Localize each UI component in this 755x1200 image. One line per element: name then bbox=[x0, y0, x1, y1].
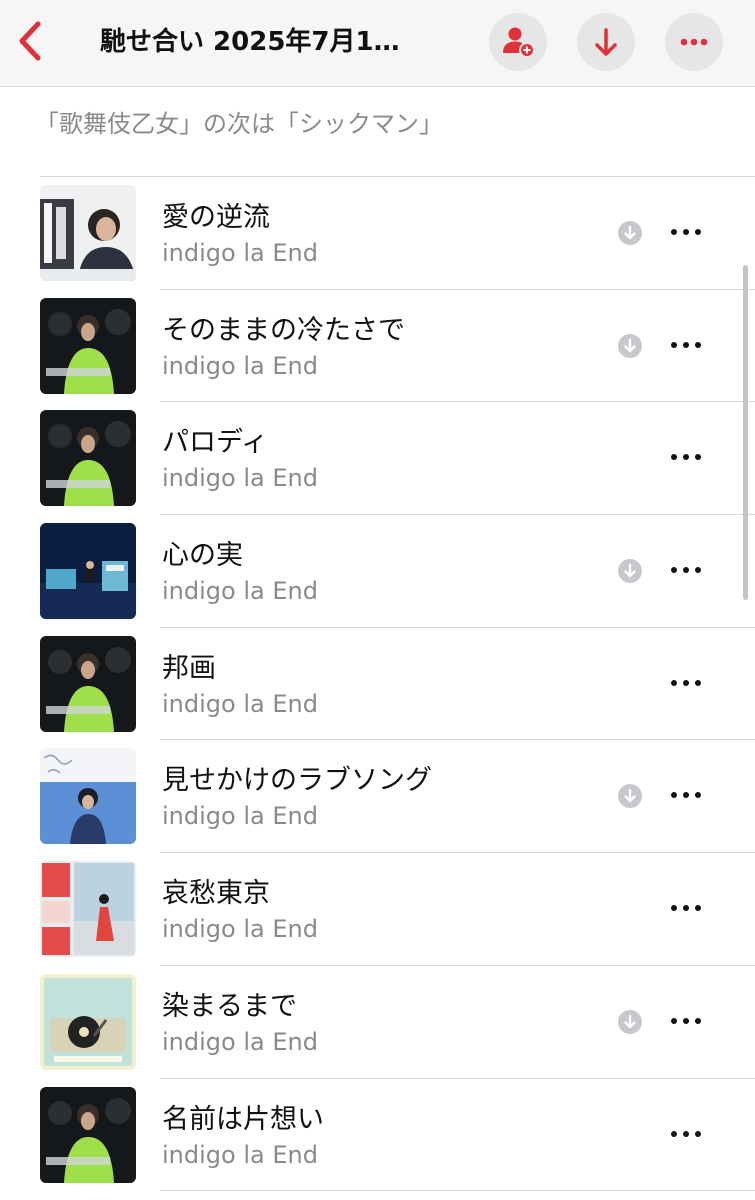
ellipsis-icon bbox=[680, 38, 708, 46]
track-title: 哀愁東京 bbox=[162, 878, 270, 910]
album-artwork bbox=[40, 523, 136, 620]
downloaded-icon bbox=[618, 559, 642, 584]
track-artist: indigo la End bbox=[162, 577, 318, 606]
track-title: 心の実 bbox=[162, 540, 243, 572]
downloaded-icon bbox=[618, 784, 642, 809]
track-more-button[interactable] bbox=[664, 555, 708, 585]
track-artist: indigo la End bbox=[162, 1027, 318, 1056]
scrollbar[interactable] bbox=[743, 265, 748, 600]
divider bbox=[160, 1190, 755, 1192]
track-more-button[interactable] bbox=[664, 330, 708, 360]
track-artist: indigo la End bbox=[162, 1140, 318, 1169]
navigation-bar: 馳せ合い 2025年7月1… bbox=[0, 0, 755, 87]
chevron-left-icon bbox=[19, 21, 41, 61]
album-artwork bbox=[40, 185, 136, 281]
track-more-button[interactable] bbox=[664, 1119, 708, 1149]
track-more-button[interactable] bbox=[664, 217, 708, 247]
downloaded-icon bbox=[618, 333, 642, 358]
playlist-title: 馳せ合い 2025年7月1… bbox=[100, 27, 400, 57]
track-title: 染まるまで bbox=[162, 990, 297, 1022]
person-add-icon bbox=[503, 27, 535, 58]
track-row[interactable]: 邦画 indigo la End bbox=[0, 628, 755, 741]
track-more-button[interactable] bbox=[664, 893, 708, 923]
track-title: 愛の逆流 bbox=[162, 202, 270, 233]
add-collaborator-button[interactable] bbox=[489, 13, 547, 71]
track-title: 名前は片想い bbox=[162, 1103, 324, 1135]
track-artist: indigo la End bbox=[162, 689, 318, 718]
track-title: 見せかけのラブソング bbox=[162, 765, 432, 797]
track-row[interactable]: 愛の逆流 indigo la End bbox=[0, 177, 755, 290]
track-artist: indigo la End bbox=[162, 915, 318, 944]
track-artist: indigo la End bbox=[162, 802, 318, 831]
album-artwork bbox=[40, 748, 136, 845]
track-more-button[interactable] bbox=[664, 442, 708, 472]
album-artwork bbox=[40, 973, 136, 1070]
track-more-button[interactable] bbox=[664, 780, 708, 810]
album-artwork bbox=[40, 410, 136, 507]
track-artist: indigo la End bbox=[162, 239, 318, 267]
track-list: 愛の逆流 indigo la End そのままの冷たさで indigo la E… bbox=[0, 177, 755, 1192]
arrow-down-icon bbox=[595, 28, 617, 56]
track-row[interactable]: 見せかけのラブソング indigo la End bbox=[0, 740, 755, 854]
track-title: そのままの冷たさで bbox=[162, 314, 405, 346]
album-artwork bbox=[40, 635, 136, 732]
downloaded-icon bbox=[618, 1009, 642, 1034]
track-row[interactable]: 心の実 indigo la End bbox=[0, 515, 755, 628]
track-title: 邦画 bbox=[162, 652, 216, 684]
track-row[interactable]: 染まるまで indigo la End bbox=[0, 966, 755, 1079]
more-options-button[interactable] bbox=[665, 13, 723, 71]
track-row[interactable]: 名前は片想い indigo la End bbox=[0, 1079, 755, 1192]
track-more-button[interactable] bbox=[664, 1006, 708, 1036]
back-button[interactable] bbox=[10, 18, 50, 64]
playlist-note: 「歌舞伎乙女」の次は「シックマン」 bbox=[35, 110, 443, 138]
track-row[interactable]: そのままの冷たさで indigo la End bbox=[0, 290, 755, 403]
track-row[interactable]: 哀愁東京 indigo la End bbox=[0, 853, 755, 966]
track-title: パロディ bbox=[162, 427, 269, 459]
album-artwork bbox=[40, 861, 136, 958]
track-row[interactable]: パロディ indigo la End bbox=[0, 402, 755, 516]
album-artwork bbox=[40, 297, 136, 394]
track-artist: indigo la End bbox=[162, 351, 318, 380]
downloaded-icon bbox=[618, 221, 642, 245]
track-more-button[interactable] bbox=[664, 668, 708, 698]
track-artist: indigo la End bbox=[162, 464, 318, 493]
album-artwork bbox=[40, 1086, 136, 1183]
download-playlist-button[interactable] bbox=[577, 13, 635, 71]
